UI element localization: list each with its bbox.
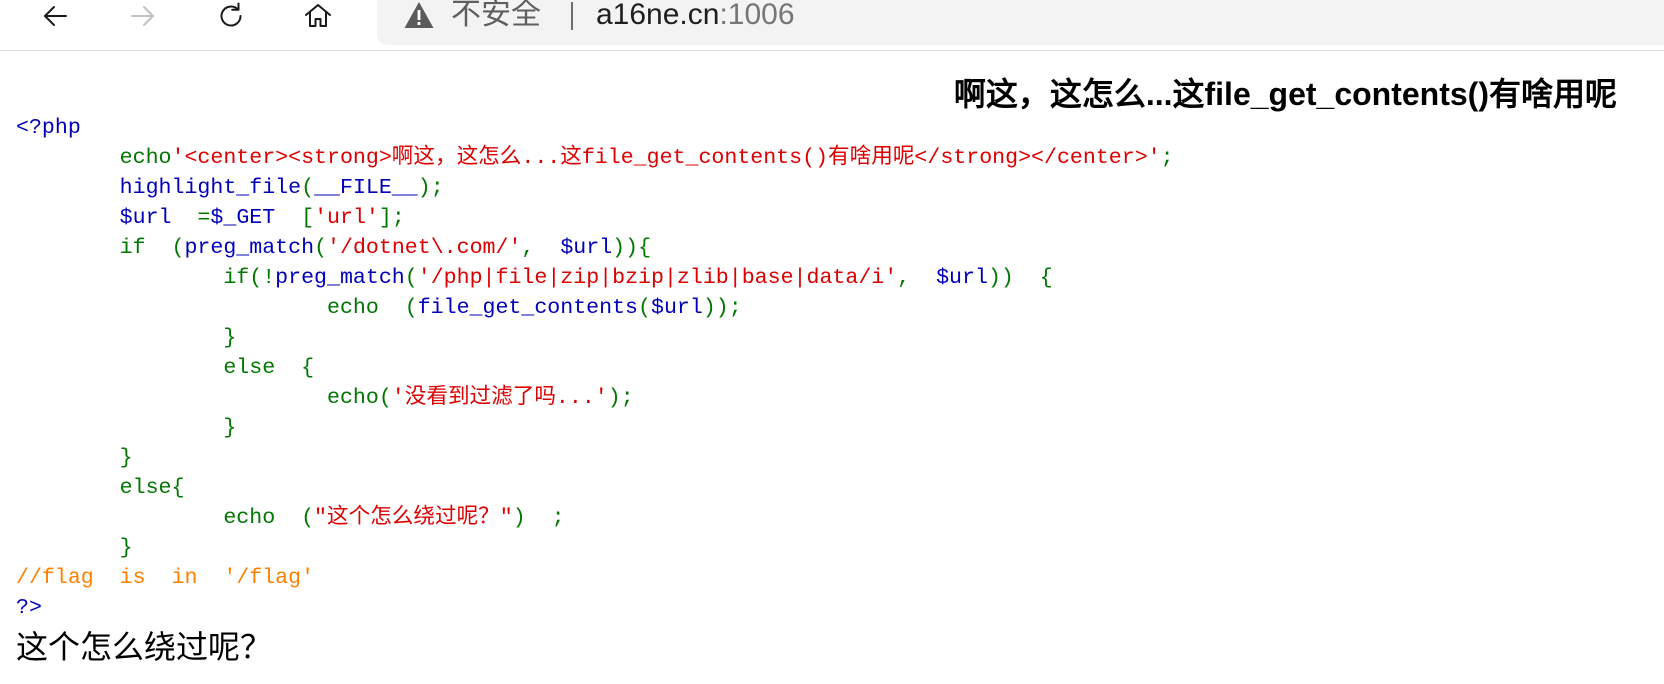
address-separator — [571, 2, 573, 30]
code-token-keyword: if ( — [16, 236, 185, 260]
code-line: if (preg_match('/dotnet\.com/', $url)){ — [16, 233, 1174, 263]
code-token-comment: //flag is in '/flag' — [16, 566, 315, 590]
code-line: echo (file_get_contents($url)); — [16, 293, 1174, 323]
code-token-keyword: , — [897, 266, 937, 290]
code-token-keyword: echo — [16, 146, 172, 170]
code-token-default: __FILE__ — [314, 176, 418, 200]
script-output: 这个怎么绕过呢？ — [16, 629, 273, 665]
code-line: echo ("这个怎么绕过呢？") ; — [16, 503, 1174, 533]
code-line: //flag is in '/flag' — [16, 563, 1174, 593]
code-token-default: ?> — [16, 596, 42, 620]
code-token-string: 'url' — [314, 206, 379, 230]
source-code: <?php echo'<center><strong>啊这，这怎么...这fil… — [16, 113, 1174, 623]
code-line: $url =$_GET ['url']; — [16, 203, 1174, 233]
reload-icon — [220, 2, 242, 27]
code-token-keyword: ]; — [378, 206, 405, 230]
code-token-default: $url — [16, 206, 172, 230]
code-token-default: <?php — [16, 116, 81, 140]
url-host[interactable]: a16ne.cn — [596, 0, 719, 31]
code-token-keyword: if(! — [16, 266, 276, 290]
code-token-keyword: } — [16, 536, 133, 560]
code-line: } — [16, 323, 1174, 353]
code-token-keyword: ( — [314, 236, 328, 260]
code-token-string: '/dotnet\.com/' — [327, 236, 522, 260]
code-line: ?> — [16, 593, 1174, 623]
home-button[interactable] — [302, 0, 334, 32]
page-heading: 啊这，这怎么...这file_get_contents()有啥用呢 — [953, 76, 1617, 112]
code-token-keyword: else { — [16, 356, 315, 380]
code-token-keyword: ); — [417, 176, 444, 200]
code-token-keyword: echo( — [16, 386, 392, 410]
code-token-keyword: echo ( — [16, 506, 315, 530]
address-bar[interactable]: 不安全 a16ne.cn:1006 — [377, 0, 1664, 45]
code-token-keyword: )); — [702, 296, 742, 320]
code-token-keyword: } — [16, 416, 237, 440]
code-token-string: '没看到过滤了吗...' — [391, 386, 608, 410]
code-token-default: $url — [650, 296, 703, 320]
code-token-default: preg_match — [184, 236, 315, 260]
reload-button[interactable] — [215, 0, 247, 32]
code-line: } — [16, 413, 1174, 443]
forward-button[interactable] — [127, 0, 159, 32]
code-token-keyword: } — [16, 326, 237, 350]
code-token-keyword: echo ( — [16, 296, 418, 320]
warning-icon — [404, 2, 434, 28]
code-line: highlight_file(__FILE__); — [16, 173, 1174, 203]
url-port[interactable]: :1006 — [719, 0, 794, 31]
code-token-keyword: ); — [607, 386, 634, 410]
code-token-default: $_GET — [210, 206, 276, 230]
code-token-keyword: ( — [638, 296, 651, 320]
security-indicator[interactable]: 不安全 — [404, 0, 541, 30]
code-token-keyword: )){ — [612, 236, 652, 260]
code-token-keyword: ( — [301, 176, 315, 200]
code-token-keyword: ) ; — [512, 506, 565, 530]
code-token-string: "这个怎么绕过呢？" — [314, 506, 513, 530]
code-line: else{ — [16, 473, 1174, 503]
code-token-keyword: ( — [404, 266, 418, 290]
code-token-default: highlight_file — [16, 176, 302, 200]
browser-toolbar: 不安全 a16ne.cn:1006 — [0, 0, 1664, 51]
code-token-default: file_get_contents — [417, 296, 639, 320]
security-label: 不安全 — [451, 0, 541, 31]
code-line: } — [16, 533, 1174, 563]
code-token-default: $url — [560, 236, 613, 260]
code-line: else { — [16, 353, 1174, 383]
code-token-keyword: } — [16, 446, 133, 470]
home-icon — [305, 4, 331, 27]
code-token-keyword: else{ — [16, 476, 185, 500]
code-token-keyword: = — [171, 206, 211, 230]
forward-arrow-icon — [131, 6, 154, 26]
code-line: if(!preg_match('/php|file|zip|bzip|zlib|… — [16, 263, 1174, 293]
code-token-string: '/php|file|zip|bzip|zlib|base|data/i' — [417, 266, 898, 290]
url-field[interactable]: a16ne.cn:1006 — [596, 0, 795, 30]
code-token-string: '<center><strong>啊这，这怎么...这file_get_cont… — [171, 146, 1161, 170]
back-button[interactable] — [39, 0, 71, 32]
code-line: <?php — [16, 113, 1174, 143]
code-token-default: preg_match — [275, 266, 405, 290]
code-line: echo'<center><strong>啊这，这怎么...这file_get_… — [16, 143, 1174, 173]
code-line: echo('没看到过滤了吗...'); — [16, 383, 1174, 413]
back-arrow-icon — [44, 6, 67, 26]
code-token-keyword: )) { — [987, 266, 1053, 290]
code-token-keyword: [ — [275, 206, 315, 230]
code-token-keyword: , — [521, 236, 561, 260]
code-token-keyword: ; — [1160, 146, 1174, 170]
code-token-default: $url — [936, 266, 988, 290]
code-line: } — [16, 443, 1174, 473]
